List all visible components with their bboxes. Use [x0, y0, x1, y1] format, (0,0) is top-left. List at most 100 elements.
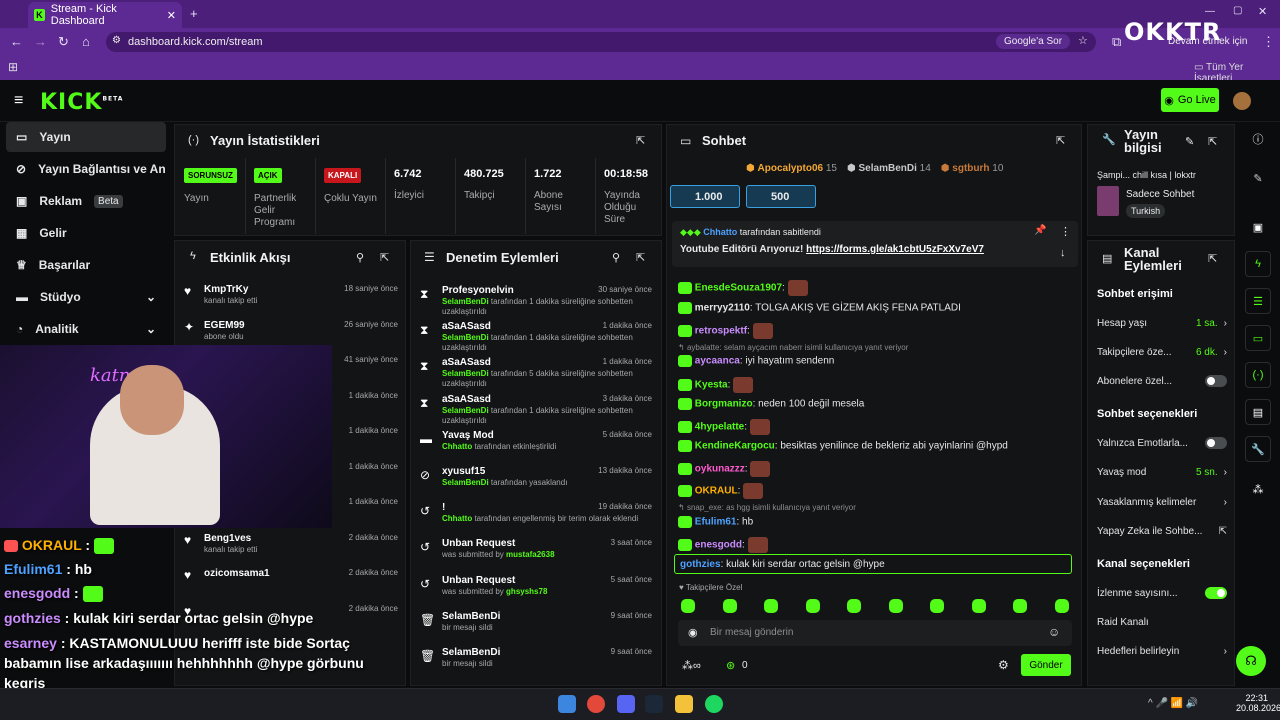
chat-user[interactable]: retrospektf — [695, 326, 747, 337]
option-control[interactable] — [1205, 587, 1227, 599]
mod-filter-icon[interactable]: ⚲ — [612, 251, 620, 264]
minimize-icon[interactable]: — — [1205, 6, 1215, 17]
close-icon[interactable]: ✕ — [167, 9, 176, 22]
channel-option[interactable]: Hedefleri belirleyin › — [1097, 641, 1227, 661]
mod-item[interactable]: ⧗ aSaASasd SelamBenDi tarafından 5 dakika … — [420, 357, 656, 391]
chat-settings-icon[interactable]: ⚙ — [998, 658, 1009, 672]
option-control[interactable]: ⇱ — [1219, 526, 1227, 537]
option-control[interactable]: 6 dk. › — [1196, 347, 1227, 358]
chat-user[interactable]: Kyesta — [695, 380, 728, 391]
rail-button[interactable]: ϟ — [1245, 251, 1271, 277]
mod-item[interactable]: ⧗ aSaASasd SelamBenDi tarafından 1 dakika … — [420, 321, 656, 355]
channel-option[interactable]: İzlenme sayısını... — [1097, 583, 1227, 603]
address-bar[interactable]: ⚙ dashboard.kick.com/stream Google'a Sor… — [106, 32, 1096, 52]
option-control[interactable]: › — [1224, 497, 1227, 508]
option-control[interactable]: 5 sn. › — [1196, 467, 1227, 478]
chevron-down-icon[interactable]: ⌄ — [146, 322, 156, 336]
chat-message[interactable]: OKRAUL: — [678, 483, 764, 499]
emote-icon[interactable] — [722, 599, 737, 613]
rail-button[interactable]: ▤ — [1245, 399, 1271, 425]
chat-message[interactable]: oykunazzz: — [678, 461, 771, 477]
kick-points-icon[interactable]: ⁂∞ — [682, 659, 701, 672]
go-live-button[interactable]: ◉ Go Live — [1161, 88, 1219, 112]
toggle[interactable] — [1205, 437, 1227, 449]
rail-button[interactable]: ▭ — [1245, 325, 1271, 351]
chevron-down-icon[interactable]: ⌄ — [146, 290, 156, 304]
rail-button[interactable]: ⁂ — [1245, 476, 1271, 502]
top-gifter[interactable]: ⬢ sgtburh 10 — [941, 163, 1004, 174]
chat-user[interactable]: aycaanca — [695, 356, 740, 367]
window-close-icon[interactable]: ✕ — [1258, 5, 1267, 18]
channel-option[interactable]: Abonelere özel... — [1097, 371, 1227, 391]
emote-icon[interactable] — [971, 599, 986, 613]
highlighted-message[interactable]: gothzies: kulak kiri serdar ortac gelsin… — [674, 554, 1072, 574]
chat-message[interactable]: aycaanca: iyi hayatım sendenn — [678, 355, 834, 367]
pin-icon[interactable]: 📌 — [1034, 225, 1046, 236]
channel-option[interactable]: Raid Kanalı — [1097, 612, 1227, 632]
feed-item[interactable]: ♥ KmpTrKy kanalı takip etti 18 saniye önce — [182, 284, 402, 318]
info-popout-icon[interactable]: ⇱ — [1208, 135, 1217, 148]
filter-icon[interactable]: ⚲ — [356, 251, 364, 264]
google-ask-chip[interactable]: Google'a Sor — [996, 34, 1071, 49]
chat-input[interactable]: ◉ Bir mesaj gönderin ☺ — [678, 620, 1072, 646]
kick-logo[interactable]: KICKBETA — [40, 90, 123, 115]
spotify-icon[interactable] — [705, 695, 723, 713]
chat-message[interactable]: 4hypelatte: — [678, 419, 770, 435]
back-icon[interactable]: ← — [10, 34, 23, 49]
feed-popout-icon[interactable]: ⇱ — [380, 251, 389, 264]
emote-icon[interactable] — [888, 599, 903, 613]
emote-icon[interactable] — [847, 599, 861, 613]
channel-option[interactable]: Yasaklanmış kelimeler › — [1097, 492, 1227, 512]
chat-message[interactable]: ↰ aybalatte: selam ayçacım naberr isimli… — [678, 343, 908, 352]
mod-item[interactable]: ↺! Chhatto tarafından engellenmiş bir ter… — [420, 502, 656, 536]
hamburger-menu-icon[interactable]: ≡ — [14, 92, 23, 110]
rail-button[interactable]: ▣ — [1245, 214, 1271, 240]
mod-item[interactable]: 🗑 SelamBenDi bir mesajı sildi 9 saat önce — [420, 647, 656, 681]
pinned-link[interactable]: https://forms.gle/ak1cbtU5zFxXv7eV7 — [806, 244, 984, 255]
pinned-message[interactable]: ◆◆◆ Chhatto tarafından sabitlendi Youtub… — [672, 221, 1078, 267]
mod-item[interactable]: ↺ Unban Request was submitted by mustafa26… — [420, 538, 656, 572]
explorer-icon[interactable] — [675, 695, 693, 713]
chat-message[interactable]: ↰ snap_exe: as hgg isimli kullanıcıya ya… — [678, 503, 856, 512]
menu-dots-icon[interactable]: ⋮ — [1262, 34, 1275, 50]
goal-1[interactable]: 1.000 — [670, 185, 740, 208]
goal-2[interactable]: 500 — [746, 185, 816, 208]
emote-icon[interactable] — [805, 599, 820, 613]
forward-icon[interactable]: → — [34, 34, 47, 49]
send-button[interactable]: Gönder — [1021, 654, 1071, 676]
site-info-icon[interactable]: ⚙ — [112, 35, 121, 46]
feed-item[interactable]: ♥ ozicomsama1 2 dakika önce — [182, 568, 402, 602]
channel-option[interactable]: Yapay Zeka ile Sohbe... ⇱ — [1097, 521, 1227, 541]
popout-icon[interactable]: ⇱ — [636, 134, 645, 147]
emoji-icon[interactable]: ☺ — [1048, 625, 1060, 639]
channel-popout-icon[interactable]: ⇱ — [1208, 252, 1217, 265]
channel-option[interactable]: Yalnızca Emotlarla... — [1097, 433, 1227, 453]
emote-icon[interactable] — [1054, 599, 1069, 613]
rail-button[interactable]: ⓘ — [1245, 126, 1271, 152]
expand-down-icon[interactable]: ↓ — [1060, 247, 1066, 259]
sidebar-item-5[interactable]: ▬ Stüdyo ⌄ — [6, 282, 166, 312]
chat-user[interactable]: merryy2110 — [695, 303, 750, 314]
chat-message[interactable]: retrospektf: — [678, 323, 773, 339]
edit-icon[interactable]: ✎ — [1185, 135, 1194, 148]
extensions-icon[interactable]: ⧉ — [1112, 34, 1121, 50]
rail-button[interactable]: ☰ — [1245, 288, 1271, 314]
toggle[interactable] — [1205, 375, 1227, 387]
bookmark-star-icon[interactable]: ☆ — [1078, 34, 1088, 47]
sidebar-item-1[interactable]: ⊘ Yayın Bağlantısı ve Anahtarı — [6, 154, 166, 184]
chat-message[interactable]: merryy2110: TOLGA AKIŞ VE GİZEM AKIŞ FEN… — [678, 302, 961, 314]
chat-user[interactable]: EnesdeSouza1907 — [695, 283, 782, 294]
rail-button[interactable]: (·) — [1245, 362, 1271, 388]
chat-message[interactable]: EnesdeSouza1907: — [678, 280, 808, 296]
emote-icon[interactable] — [930, 599, 944, 613]
chat-user[interactable]: enesgodd — [695, 540, 742, 551]
mod-item[interactable]: ⊘ xyusuf15 SelamBenDi tarafından yasakland… — [420, 466, 656, 500]
sidebar-item-3[interactable]: ▦ Gelir — [6, 218, 166, 248]
option-control[interactable]: › — [1224, 646, 1227, 657]
emote-icon[interactable] — [681, 599, 695, 613]
clock[interactable]: 22:31 20.08.2026 — [1236, 693, 1280, 713]
sidebar-item-2[interactable]: ▣ Reklam Beta — [6, 186, 166, 216]
option-control[interactable]: 1 sa. › — [1196, 318, 1227, 329]
chat-user[interactable]: oykunazzz — [695, 464, 745, 475]
chat-message[interactable]: Efulim61: hb — [678, 516, 753, 528]
